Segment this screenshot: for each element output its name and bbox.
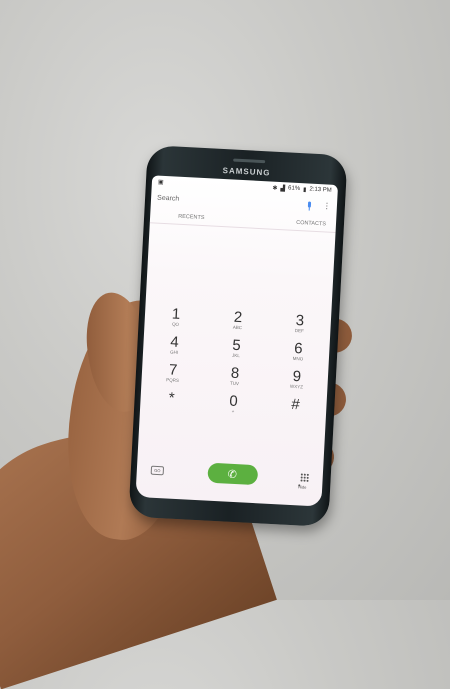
dialer-action-row: GO ✆ Hide [136, 457, 323, 491]
phone-device: SAMSUNG ▣ ✱ ▟ 61% ▮ 2:13 PM Search ⋮ REC… [128, 145, 348, 527]
key-9[interactable]: 9 WXYZ [265, 368, 328, 393]
phone-call-icon: ✆ [227, 468, 238, 481]
status-indicators: ✱ ▟ 61% ▮ 2:13 PM [272, 184, 332, 194]
more-options-icon[interactable]: ⋮ [323, 201, 331, 210]
tab-recents[interactable]: RECENTS [178, 214, 205, 221]
dial-keypad: 1 QO 2 ABC 3 DEF 4 GHI 5 JKL 6 MNO 7 PQRS 8 TUV … [140, 305, 331, 421]
key-star[interactable]: * [140, 389, 203, 414]
key-4[interactable]: 4 GHI [143, 333, 206, 358]
key-0[interactable]: 0 + [202, 392, 265, 417]
call-button[interactable]: ✆ [206, 462, 258, 486]
key-1[interactable]: 1 QO [144, 305, 207, 330]
key-3[interactable]: 3 DEF [268, 312, 331, 337]
key-8[interactable]: 8 TUV [203, 364, 266, 389]
key-hash[interactable]: # [264, 395, 327, 420]
hide-keypad-icon[interactable]: Hide [298, 473, 309, 490]
tab-contacts[interactable]: CONTACTS [296, 220, 326, 228]
signal-icon: ▟ [280, 185, 286, 192]
search-input[interactable]: Search [157, 194, 180, 202]
hide-keypad-label: Hide [298, 484, 307, 490]
microphone-icon[interactable] [306, 201, 313, 210]
notification-icon: ▣ [157, 179, 164, 186]
key-2[interactable]: 2 ABC [206, 308, 269, 333]
battery-percent: 61% [287, 185, 301, 193]
battery-icon: ▮ [302, 186, 307, 193]
video-call-icon[interactable]: GO [150, 465, 165, 475]
phone-screen: ▣ ✱ ▟ 61% ▮ 2:13 PM Search ⋮ RECENTS CON… [135, 175, 339, 507]
earpiece-speaker [233, 158, 266, 164]
key-7[interactable]: 7 PQRS [141, 361, 204, 386]
bluetooth-icon: ✱ [272, 185, 278, 192]
key-6[interactable]: 6 MNO [267, 340, 330, 365]
clock-time: 2:13 PM [309, 186, 332, 194]
key-5[interactable]: 5 JKL [205, 336, 268, 361]
